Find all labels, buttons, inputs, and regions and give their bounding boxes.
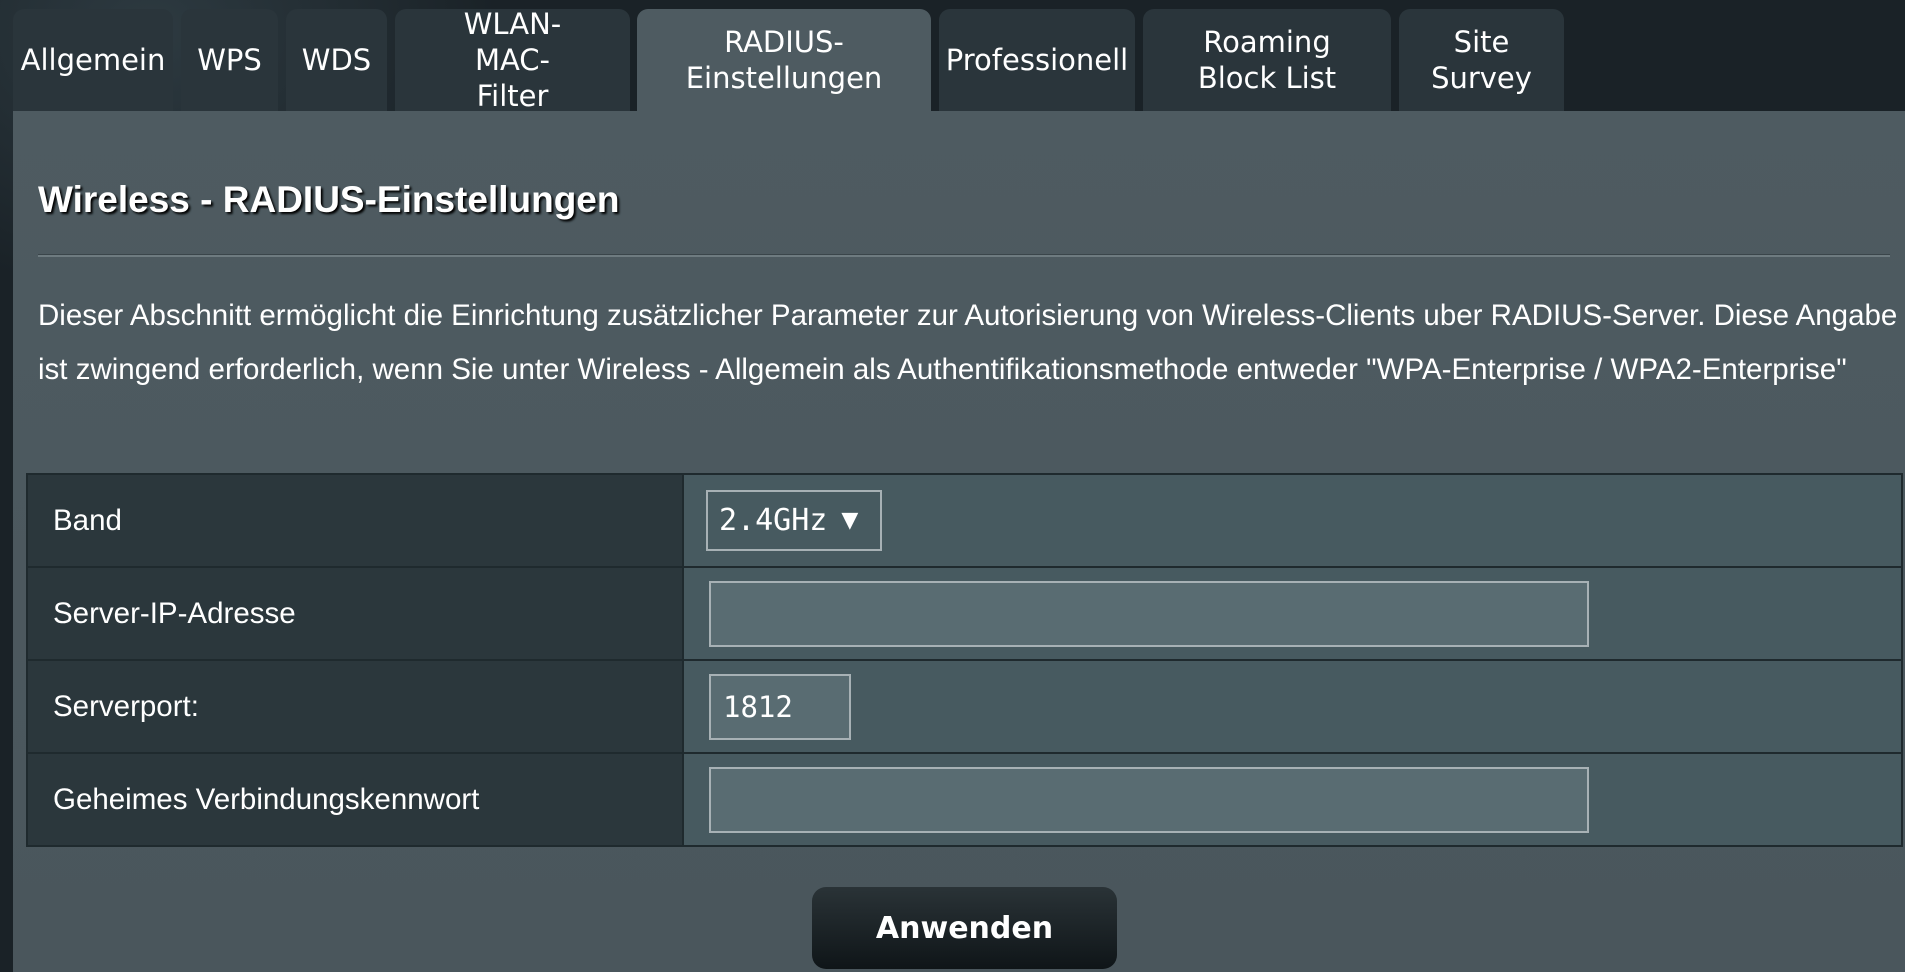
tab-allgemein[interactable]: Allgemein	[13, 9, 173, 111]
server-ip-cell	[682, 566, 1903, 661]
table-row: Serverport:	[26, 659, 1903, 754]
secret-input[interactable]	[709, 766, 1589, 833]
table-row: Geheimes Verbindungskennwort	[26, 752, 1903, 847]
table-row: Band 2.4GHz ▼	[26, 473, 1903, 568]
apply-button[interactable]: Anwenden	[812, 887, 1117, 969]
title-divider	[38, 255, 1890, 257]
tab-roaming-block-list[interactable]: Roaming Block List	[1143, 9, 1391, 111]
server-ip-label: Server-IP-Adresse	[26, 566, 684, 661]
tab-radius-einstellungen[interactable]: RADIUS-Einstellungen	[637, 9, 931, 111]
caret-down-icon: ▼	[841, 508, 859, 533]
secret-label: Geheimes Verbindungskennwort	[26, 752, 684, 847]
content-panel: Wireless - RADIUS-Einstellungen Dieser A…	[13, 111, 1905, 972]
page-description: Dieser Abschnitt ermöglicht die Einricht…	[38, 299, 1898, 386]
band-cell: 2.4GHz ▼	[682, 473, 1903, 568]
band-select-value: 2.4GHz	[719, 503, 828, 538]
tab-bar: Allgemein WPS WDS WLAN-MAC-Filter RADIUS…	[13, 7, 1905, 113]
page-title: Wireless - RADIUS-Einstellungen	[38, 179, 620, 220]
tab-wps[interactable]: WPS	[181, 9, 278, 111]
server-port-label: Serverport:	[26, 659, 684, 754]
radius-settings-table: Band 2.4GHz ▼ Server-IP-Adresse Serverpo…	[26, 473, 1903, 847]
tab-site-survey[interactable]: Site Survey	[1399, 9, 1564, 111]
band-label: Band	[26, 473, 684, 568]
server-port-cell	[682, 659, 1903, 754]
tab-wds[interactable]: WDS	[286, 9, 387, 111]
server-port-input[interactable]	[709, 673, 851, 740]
table-row: Server-IP-Adresse	[26, 566, 1903, 661]
secret-cell	[682, 752, 1903, 847]
tab-wlan-mac-filter[interactable]: WLAN-MAC-Filter	[395, 7, 630, 113]
server-ip-input[interactable]	[709, 580, 1589, 647]
tab-professionell[interactable]: Professionell	[939, 9, 1135, 111]
band-select[interactable]: 2.4GHz ▼	[706, 490, 882, 551]
